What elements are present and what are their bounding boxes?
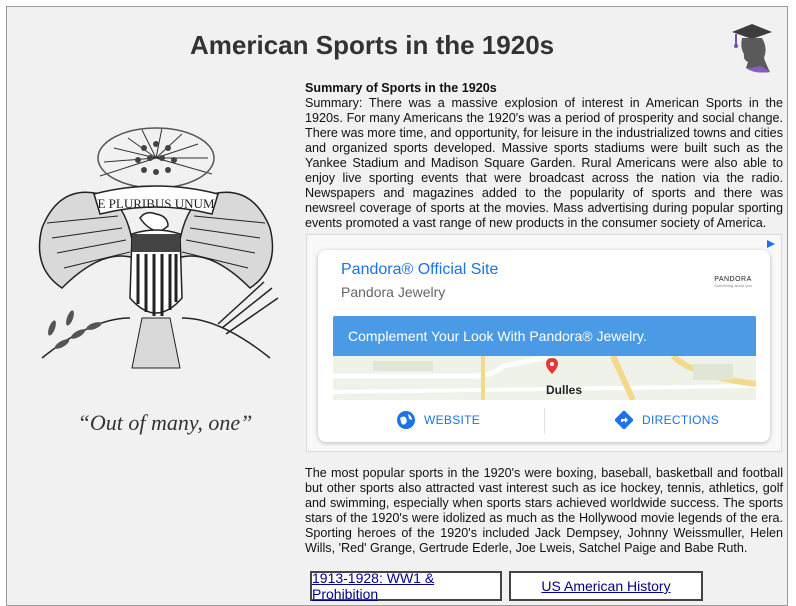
ad-subtitle[interactable]: Pandora Jewelry bbox=[341, 284, 445, 300]
ad-map[interactable]: Dulles bbox=[333, 356, 756, 400]
map-label: Dulles bbox=[546, 383, 582, 397]
summary-heading: Summary of Sports in the 1920s bbox=[305, 81, 497, 95]
graduate-logo-icon[interactable] bbox=[726, 18, 774, 74]
ad-title[interactable]: Pandora® Official Site bbox=[341, 261, 498, 279]
great-seal-illustration: E PLURIBUS UNUM bbox=[38, 127, 279, 369]
ad-actions: WEBSITE DIRECTIONS bbox=[318, 400, 770, 442]
brand-tagline: Something about you bbox=[714, 283, 752, 288]
sports-paragraph: The most popular sports in the 1920's we… bbox=[305, 466, 783, 555]
website-label: WEBSITE bbox=[424, 413, 481, 427]
globe-icon bbox=[397, 411, 415, 429]
ad-action-divider bbox=[544, 408, 545, 434]
directions-button[interactable]: DIRECTIONS bbox=[614, 410, 719, 430]
summary-text: Summary: There was a massive explosion o… bbox=[305, 96, 783, 230]
page-title: American Sports in the 1920s bbox=[190, 30, 555, 60]
pandora-logo[interactable]: PANDORA Something about you bbox=[708, 276, 758, 288]
us-history-link-button[interactable]: US American History bbox=[509, 571, 703, 601]
directions-icon bbox=[614, 410, 634, 430]
prev-era-link-button[interactable]: 1913-1928: WW1 & Prohibition bbox=[310, 570, 502, 602]
pandora-ad[interactable]: Pandora® Official Site Pandora Jewelry P… bbox=[306, 234, 782, 452]
ad-banner[interactable]: Complement Your Look With Pandora® Jewel… bbox=[333, 316, 756, 356]
summary-section: Summary of Sports in the 1920s Summary: … bbox=[305, 81, 783, 231]
website-button[interactable]: WEBSITE bbox=[396, 410, 480, 430]
directions-label: DIRECTIONS bbox=[642, 413, 720, 427]
brand-name: PANDORA bbox=[714, 276, 752, 283]
ad-card[interactable]: Pandora® Official Site Pandora Jewelry P… bbox=[318, 250, 770, 442]
seal-motto: “Out of many, one” bbox=[77, 410, 253, 435]
seal-banner-text: E PLURIBUS UNUM bbox=[97, 196, 214, 211]
ad-info-icon[interactable] bbox=[765, 238, 777, 250]
